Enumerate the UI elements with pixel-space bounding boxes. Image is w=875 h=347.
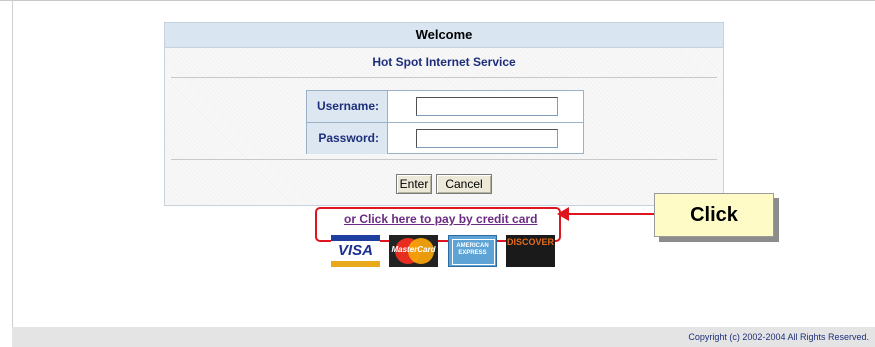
visa-card-logo: VISA — [331, 235, 380, 267]
cancel-button[interactable]: Cancel — [436, 174, 492, 194]
username-label-text: Username: — [316, 99, 379, 113]
arrow-left-icon — [557, 207, 569, 221]
password-row: Password: — [307, 122, 583, 154]
service-name: Hot Spot Internet Service — [372, 55, 516, 69]
credentials-table: Username: Password: — [306, 90, 584, 154]
mastercard-logo: MasterCard — [389, 235, 438, 267]
password-label-text: Password: — [318, 131, 379, 145]
panel-title: Welcome — [165, 23, 723, 48]
top-border — [0, 0, 875, 1]
divider — [171, 159, 717, 160]
footer-bar: Copyright (c) 2002-2004 All Rights Reser… — [12, 327, 875, 347]
pay-by-credit-card-link[interactable]: or Click here to pay by credit card — [344, 212, 537, 226]
amex-label: AMERICAN EXPRESS — [456, 243, 489, 256]
username-label: Username: — [307, 91, 388, 122]
username-row: Username: — [307, 91, 583, 122]
login-panel: Welcome Hot Spot Internet Service Userna… — [164, 22, 724, 206]
arrow-shaft — [568, 213, 656, 215]
discover-label: DISCOVER — [506, 237, 554, 247]
password-label: Password: — [307, 123, 388, 154]
username-input[interactable] — [416, 97, 558, 116]
divider — [171, 77, 717, 78]
click-callout: Click — [654, 193, 774, 237]
left-border — [12, 0, 13, 347]
visa-label: VISA — [337, 242, 373, 259]
mastercard-label: MasterCard — [391, 245, 436, 254]
password-input[interactable] — [416, 129, 558, 148]
amex-card-logo: AMERICAN EXPRESS — [448, 235, 497, 267]
enter-button[interactable]: Enter — [396, 174, 432, 194]
copyright-text: Copyright (c) 2002-2004 All Rights Reser… — [688, 332, 869, 342]
discover-card-logo: DISCOVER — [506, 235, 555, 267]
visa-band-bottom — [331, 261, 380, 267]
